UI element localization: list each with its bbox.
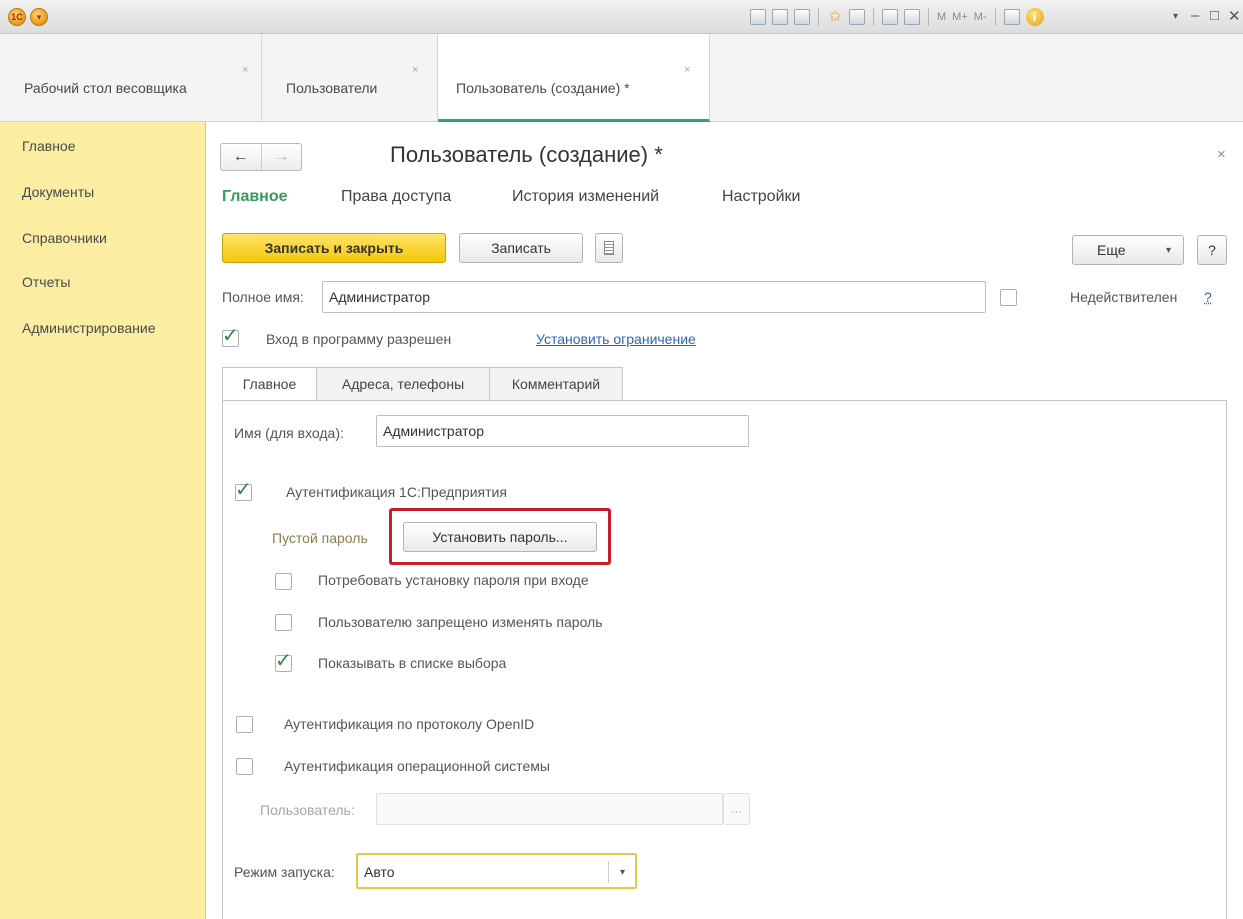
tab-settings[interactable]: Настройки: [722, 188, 800, 206]
checkmark-icon: ✓: [222, 325, 239, 347]
history-navigation: ← →: [220, 143, 302, 171]
auth-1c-checkbox[interactable]: ✓: [235, 479, 252, 501]
page-tab-addresses[interactable]: Адреса, телефоны: [316, 367, 490, 401]
full-name-field[interactable]: Администратор: [322, 281, 986, 313]
select-divider: [608, 861, 609, 883]
auth-openid-checkbox[interactable]: [236, 716, 253, 733]
report-menu-button[interactable]: [595, 233, 623, 263]
help-button[interactable]: ?: [1197, 235, 1227, 265]
os-user-select-button[interactable]: ...: [723, 793, 750, 825]
forward-arrow-icon[interactable]: →: [262, 144, 302, 170]
main-menu-icon[interactable]: ▾: [30, 8, 48, 26]
sidebar-item-main[interactable]: Главное: [22, 138, 76, 154]
open-windows-bar: Рабочий стол весовщика × Пользователи × …: [0, 34, 1243, 122]
checkmark-icon: ✓: [275, 650, 292, 672]
tab-label: Пользователи: [286, 80, 378, 96]
chevron-down-icon[interactable]: ▾: [620, 856, 625, 890]
sidebar-item-administration[interactable]: Администрирование: [22, 320, 156, 336]
toolbar-divider: [818, 8, 819, 26]
memory-button[interactable]: M: [937, 11, 946, 23]
close-window-icon[interactable]: ✕: [1228, 7, 1241, 25]
sidebar-item-documents[interactable]: Документы: [22, 184, 94, 200]
maximize-icon[interactable]: □: [1210, 7, 1219, 24]
back-arrow-icon[interactable]: ←: [221, 144, 262, 170]
preview-icon[interactable]: [794, 9, 810, 25]
toolbar-divider: [873, 8, 874, 26]
empty-password-label: Пустой пароль: [272, 530, 368, 546]
list-icon: [604, 241, 614, 255]
app-logo-icon[interactable]: 1С: [8, 8, 26, 26]
require-password-change-checkbox[interactable]: [275, 573, 292, 590]
tab-label: Рабочий стол весовщика: [24, 80, 187, 96]
toolbar-divider: [994, 8, 996, 26]
checkmark-icon: ✓: [235, 479, 252, 501]
login-name-label: Имя (для входа):: [234, 425, 344, 441]
sidebar-item-catalogs[interactable]: Справочники: [22, 230, 107, 246]
forbid-password-change-label: Пользователю запрещено изменять пароль: [318, 614, 603, 630]
document-icon[interactable]: [849, 9, 865, 25]
set-restriction-link[interactable]: Установить ограничение: [536, 331, 696, 347]
invalid-checkbox[interactable]: [1000, 289, 1017, 306]
launch-mode-select[interactable]: Авто ▾: [356, 853, 637, 889]
more-button[interactable]: Еще ▾: [1072, 235, 1184, 265]
show-in-list-checkbox[interactable]: ✓: [275, 650, 292, 672]
chevron-down-icon: ▾: [1165, 245, 1171, 256]
auth-openid-label: Аутентификация по протоколу OpenID: [284, 716, 535, 732]
forbid-password-change-checkbox[interactable]: [275, 614, 292, 631]
window-menu-icon[interactable]: ▾: [1173, 11, 1178, 22]
require-password-change-label: Потребовать установку пароля при входе: [318, 572, 589, 588]
info-icon[interactable]: i: [1025, 8, 1044, 26]
close-form-icon[interactable]: ×: [1217, 146, 1226, 163]
print-icon[interactable]: [772, 9, 788, 25]
os-user-field[interactable]: [376, 793, 723, 825]
more-button-label: Еще: [1097, 242, 1126, 258]
full-name-label: Полное имя:: [222, 289, 304, 305]
tab-weigher-desktop[interactable]: Рабочий стол весовщика ×: [0, 34, 262, 122]
invalid-label: Недействителен: [1070, 289, 1178, 305]
login-allowed-checkbox[interactable]: ✓: [222, 325, 239, 347]
launch-mode-label: Режим запуска:: [234, 864, 335, 880]
save-icon[interactable]: [750, 9, 766, 25]
highlight-frame: [389, 508, 611, 565]
sections-panel: Главное Документы Справочники Отчеты Адм…: [0, 122, 206, 919]
close-tab-icon[interactable]: ×: [242, 64, 248, 76]
auth-os-label: Аутентификация операционной системы: [284, 758, 550, 774]
tab-label: Пользователь (создание) *: [456, 80, 630, 96]
tab-users[interactable]: Пользователи ×: [262, 34, 438, 122]
memory-minus-button[interactable]: M-: [974, 11, 987, 23]
login-allowed-label: Вход в программу разрешен: [266, 331, 452, 347]
auth-1c-label: Аутентификация 1С:Предприятия: [286, 484, 507, 500]
invalid-help-link[interactable]: ?: [1204, 289, 1212, 305]
favorite-icon[interactable]: ✩: [827, 9, 843, 25]
calculator-icon[interactable]: [882, 9, 898, 25]
calendar-icon[interactable]: [904, 9, 920, 25]
os-user-label: Пользователь:: [260, 802, 355, 818]
save-button[interactable]: Записать: [459, 233, 583, 263]
close-tab-icon[interactable]: ×: [412, 64, 418, 76]
save-and-close-button[interactable]: Записать и закрыть: [222, 233, 446, 263]
panels-icon[interactable]: [1003, 9, 1020, 25]
memory-plus-button[interactable]: M+: [952, 11, 968, 23]
minimize-icon[interactable]: –: [1191, 7, 1199, 24]
title-bar: 1С ▾ ✩ M M+ M- i ▾ – □ ✕: [0, 0, 1243, 34]
toolbar-divider: [928, 8, 929, 26]
launch-mode-value: Авто: [364, 864, 395, 880]
page-title: Пользователь (создание) *: [390, 142, 663, 167]
tab-access-rights[interactable]: Права доступа: [341, 188, 451, 206]
title-toolbar: ✩ M M+ M- i: [750, 7, 1044, 27]
page-tab-comment[interactable]: Комментарий: [489, 367, 623, 401]
sidebar-item-reports[interactable]: Отчеты: [22, 274, 70, 290]
page-tab-main[interactable]: Главное: [222, 367, 317, 402]
login-name-field[interactable]: Администратор: [376, 415, 749, 447]
show-in-list-label: Показывать в списке выбора: [318, 655, 507, 671]
tab-change-history[interactable]: История изменений: [512, 188, 659, 206]
tab-main[interactable]: Главное: [222, 188, 288, 206]
tab-user-create[interactable]: Пользователь (создание) * ×: [438, 34, 710, 122]
auth-os-checkbox[interactable]: [236, 758, 253, 775]
close-tab-icon[interactable]: ×: [684, 64, 690, 76]
